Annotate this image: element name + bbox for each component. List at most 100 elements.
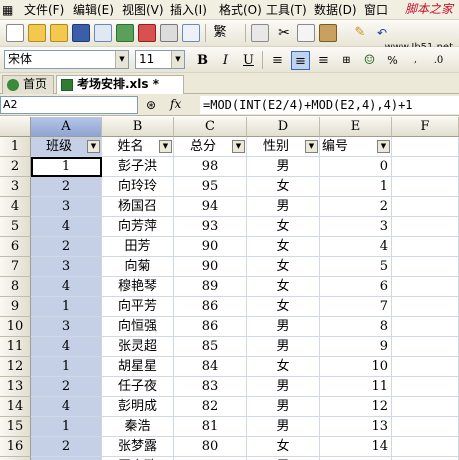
table-cell-name[interactable]: 张梦露 bbox=[102, 437, 174, 457]
table-cell-id[interactable]: 5 bbox=[320, 257, 392, 277]
insert-function-icon[interactable]: fx bbox=[170, 97, 181, 111]
menu-file[interactable]: 文件(F) bbox=[24, 2, 64, 18]
comma-style-icon[interactable]: , bbox=[406, 51, 425, 70]
table-cell-id[interactable]: 8 bbox=[320, 317, 392, 337]
align-center-icon[interactable]: ≡ bbox=[291, 51, 310, 70]
menu-window[interactable]: 窗口 bbox=[364, 2, 388, 18]
table-cell-id[interactable]: 3 bbox=[320, 217, 392, 237]
row-header-1[interactable]: 1 bbox=[0, 137, 31, 157]
menu-format[interactable]: 格式(O) bbox=[219, 2, 262, 18]
table-cell-name[interactable]: 彭子洪 bbox=[102, 157, 174, 177]
table-cell-name[interactable]: 田芳 bbox=[102, 237, 174, 257]
table-cell-score[interactable]: 93 bbox=[174, 217, 247, 237]
currency-icon[interactable]: ☺ bbox=[360, 51, 379, 70]
table-cell-name[interactable]: 彭明成 bbox=[102, 397, 174, 417]
table-cell-class[interactable]: 1 bbox=[31, 417, 102, 437]
table-cell-id[interactable]: 7 bbox=[320, 297, 392, 317]
empty-cell[interactable] bbox=[392, 137, 459, 157]
percent-icon[interactable]: % bbox=[383, 51, 402, 70]
menu-insert[interactable]: 插入(I) bbox=[170, 2, 207, 18]
table-cell-gender[interactable]: 男 bbox=[247, 417, 320, 437]
chevron-down-icon[interactable]: ▼ bbox=[115, 51, 128, 68]
tab-home[interactable]: 首页 bbox=[2, 75, 54, 94]
table-cell-id[interactable]: 12 bbox=[320, 397, 392, 417]
row-header-9[interactable]: 9 bbox=[0, 297, 31, 317]
pdf-icon[interactable] bbox=[138, 24, 156, 42]
underline-button[interactable]: U bbox=[239, 51, 258, 70]
column-header-c[interactable]: C bbox=[174, 117, 247, 137]
empty-cell[interactable] bbox=[392, 337, 459, 357]
table-cell-gender[interactable]: 男 bbox=[247, 337, 320, 357]
bold-button[interactable]: B bbox=[193, 51, 212, 70]
print-icon[interactable] bbox=[160, 24, 178, 42]
table-cell-id[interactable]: 2 bbox=[320, 197, 392, 217]
column-header-e[interactable]: E bbox=[320, 117, 392, 137]
font-size-select[interactable]: 11 ▼ bbox=[135, 50, 185, 69]
email-icon[interactable] bbox=[116, 24, 134, 42]
table-cell-id[interactable]: 14 bbox=[320, 437, 392, 457]
table-cell-name[interactable]: 向平芳 bbox=[102, 297, 174, 317]
open-folder-icon[interactable] bbox=[28, 24, 46, 42]
filter-dropdown-icon[interactable]: ▼ bbox=[87, 140, 100, 153]
column-header-b[interactable]: B bbox=[102, 117, 174, 137]
increase-decimal-icon[interactable]: .0 bbox=[429, 51, 448, 70]
italic-button[interactable]: I bbox=[216, 51, 235, 70]
table-cell-id[interactable]: 6 bbox=[320, 277, 392, 297]
table-cell-score[interactable]: 89 bbox=[174, 277, 247, 297]
table-cell-gender[interactable]: 女 bbox=[247, 257, 320, 277]
column-header-d[interactable]: D bbox=[247, 117, 320, 137]
row-header-5[interactable]: 5 bbox=[0, 217, 31, 237]
table-cell-gender[interactable]: 女 bbox=[247, 277, 320, 297]
table-cell-gender[interactable]: 男 bbox=[247, 377, 320, 397]
table-cell-gender[interactable]: 女 bbox=[247, 237, 320, 257]
filter-dropdown-icon[interactable]: ▼ bbox=[377, 140, 390, 153]
table-cell-name[interactable]: 胡星星 bbox=[102, 357, 174, 377]
header-cell-gender[interactable]: 性别 ▼ bbox=[247, 137, 320, 157]
header-cell-score[interactable]: 总分 ▼ bbox=[174, 137, 247, 157]
menu-edit[interactable]: 编辑(E) bbox=[73, 2, 114, 18]
table-cell-score[interactable]: 80 bbox=[174, 437, 247, 457]
table-cell-id[interactable]: 4 bbox=[320, 237, 392, 257]
table-cell-score[interactable]: 86 bbox=[174, 317, 247, 337]
empty-cell[interactable] bbox=[392, 377, 459, 397]
table-cell-id[interactable]: 0 bbox=[320, 157, 392, 177]
table-cell-gender[interactable]: 男 bbox=[247, 197, 320, 217]
table-cell-name[interactable]: 任子夜 bbox=[102, 377, 174, 397]
open-icon[interactable] bbox=[50, 24, 68, 42]
table-cell-gender[interactable]: 女 bbox=[247, 177, 320, 197]
empty-cell[interactable] bbox=[392, 397, 459, 417]
table-cell-class[interactable]: 3 bbox=[31, 257, 102, 277]
table-cell-class[interactable]: 2 bbox=[31, 237, 102, 257]
table-cell-class[interactable]: 1 bbox=[31, 157, 102, 177]
empty-cell[interactable] bbox=[392, 217, 459, 237]
row-header-4[interactable]: 4 bbox=[0, 197, 31, 217]
align-left-icon[interactable]: ≡ bbox=[268, 51, 287, 70]
empty-cell[interactable] bbox=[392, 237, 459, 257]
cut-icon[interactable]: ✂ bbox=[275, 24, 293, 42]
merge-center-icon[interactable]: ⊞ bbox=[337, 51, 356, 70]
table-cell-name[interactable]: 张灵超 bbox=[102, 337, 174, 357]
table-cell-name[interactable]: 穆艳琴 bbox=[102, 277, 174, 297]
empty-cell[interactable] bbox=[392, 197, 459, 217]
empty-cell[interactable] bbox=[392, 317, 459, 337]
table-cell-class[interactable]: 1 bbox=[31, 297, 102, 317]
row-header-6[interactable]: 6 bbox=[0, 237, 31, 257]
table-cell-gender[interactable]: 女 bbox=[247, 297, 320, 317]
row-header-10[interactable]: 10 bbox=[0, 317, 31, 337]
row-header-3[interactable]: 3 bbox=[0, 177, 31, 197]
select-all-corner[interactable] bbox=[0, 117, 31, 137]
font-name-select[interactable]: 宋体 ▼ bbox=[4, 50, 129, 69]
table-cell-class[interactable]: 2 bbox=[31, 437, 102, 457]
table-cell-name[interactable]: 杨国召 bbox=[102, 197, 174, 217]
table-cell-name[interactable]: 向玲玲 bbox=[102, 177, 174, 197]
empty-cell[interactable] bbox=[392, 157, 459, 177]
search-function-icon[interactable]: ⊛ bbox=[146, 98, 156, 112]
table-cell-score[interactable]: 94 bbox=[174, 197, 247, 217]
table-cell-id[interactable]: 1 bbox=[320, 177, 392, 197]
print-preview-icon[interactable] bbox=[182, 24, 200, 42]
table-cell-class[interactable]: 4 bbox=[31, 337, 102, 357]
header-cell-id[interactable]: 编号 ▼ bbox=[320, 137, 392, 157]
column-header-f[interactable]: F bbox=[392, 117, 459, 137]
excel-icon[interactable]: ▦ bbox=[2, 2, 13, 18]
table-cell-class[interactable]: 4 bbox=[31, 217, 102, 237]
